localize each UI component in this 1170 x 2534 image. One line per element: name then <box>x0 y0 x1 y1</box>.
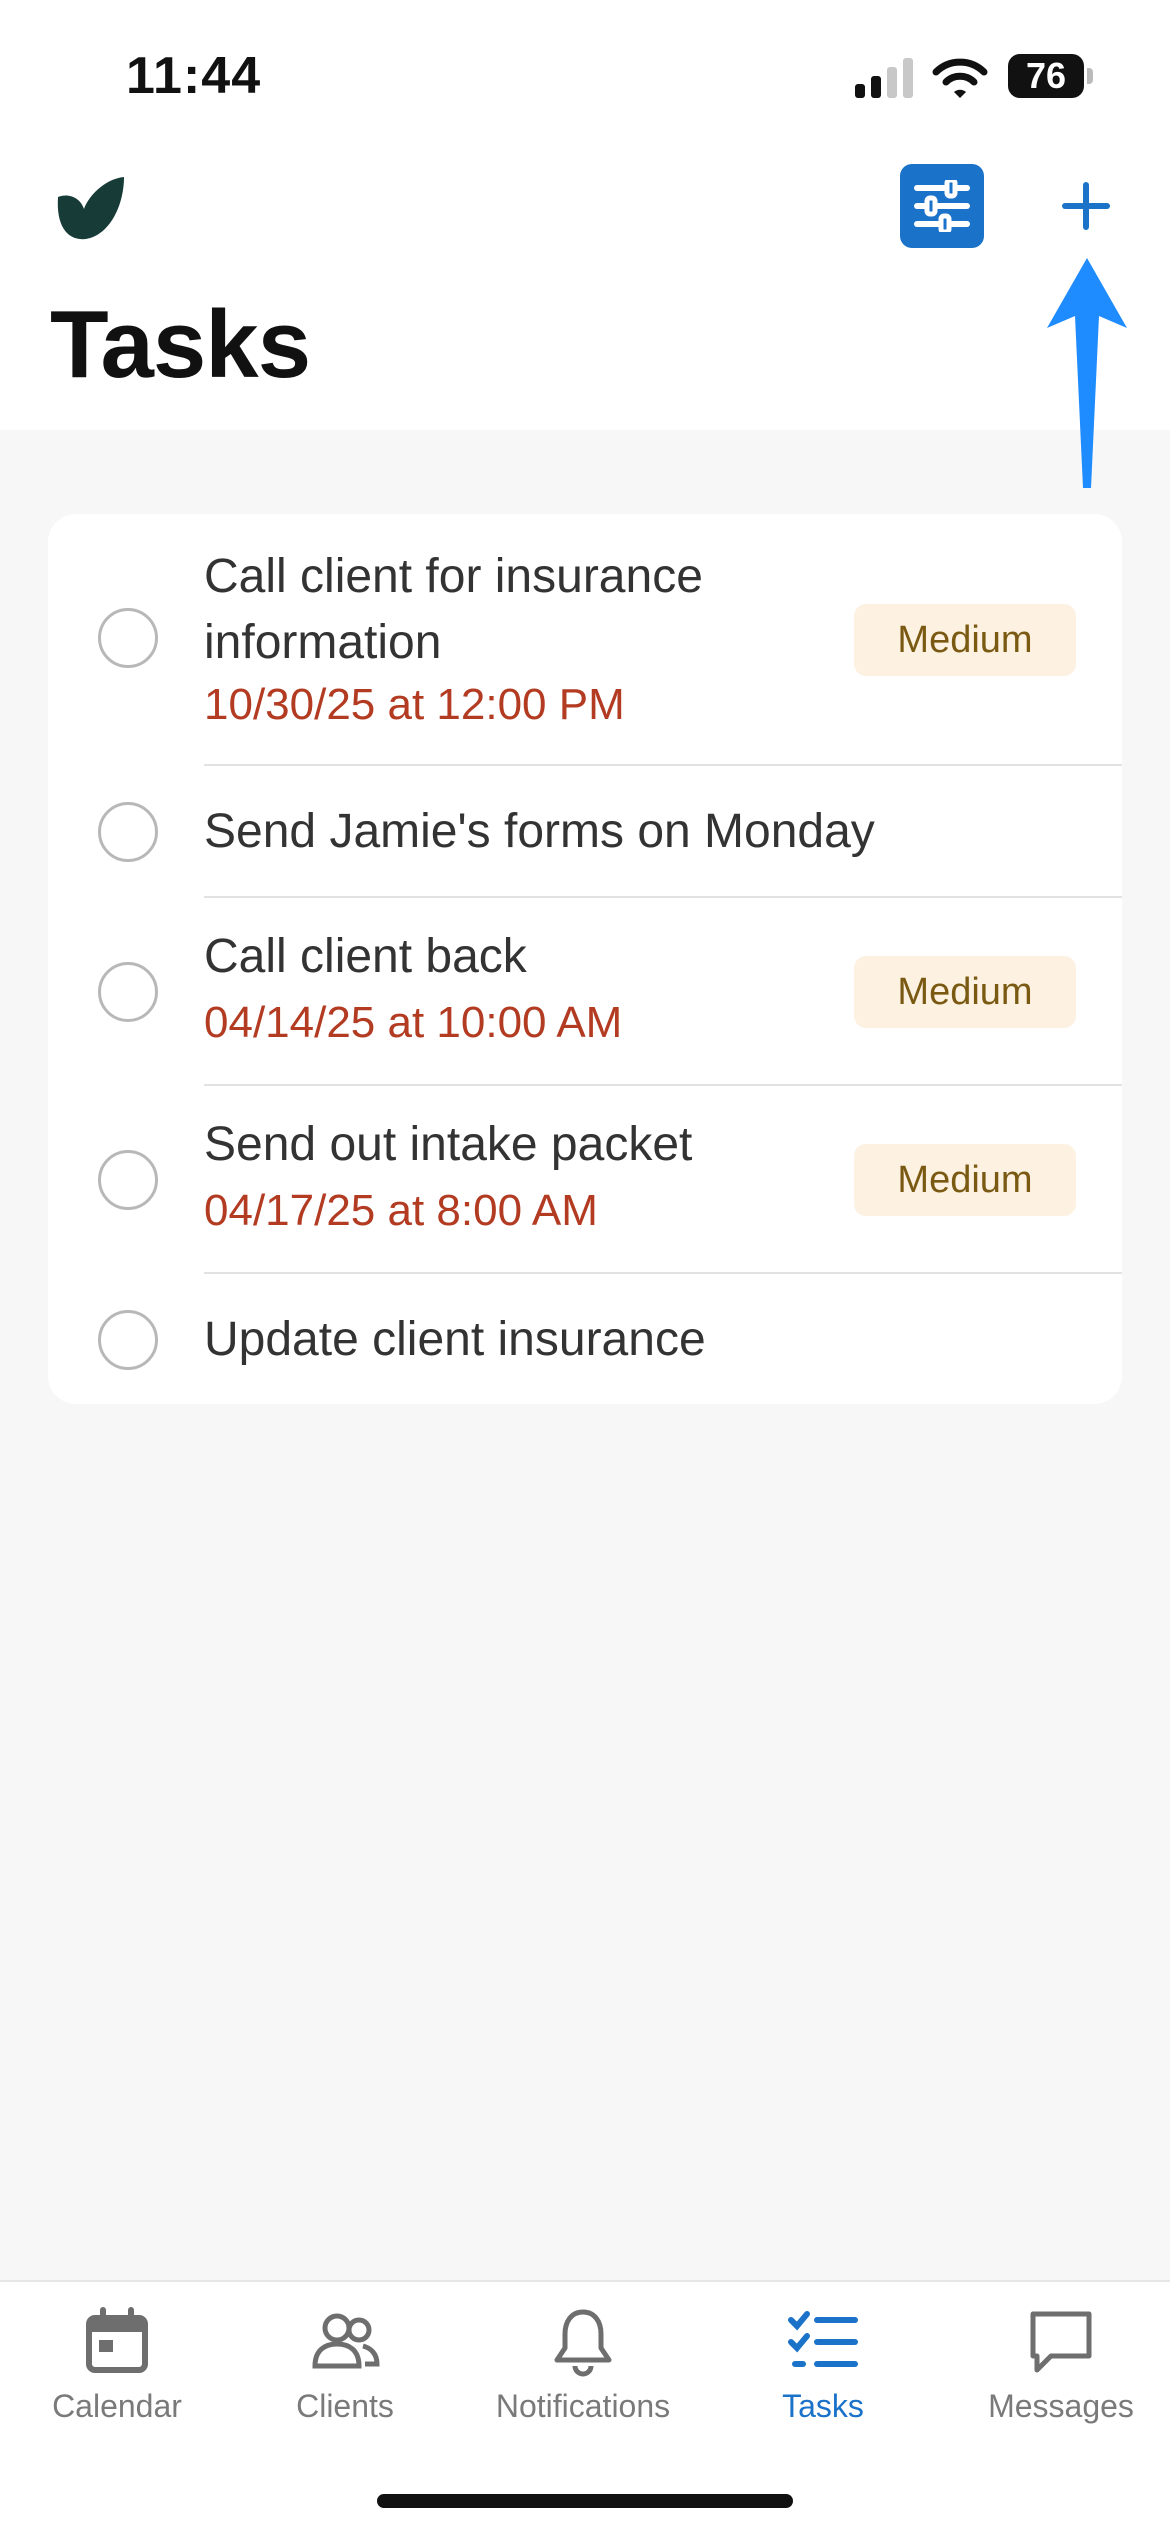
tab-label: Tasks <box>782 2388 864 2424</box>
task-row[interactable]: Update client insurance <box>48 1274 1122 1404</box>
task-list: Call client for insurance information 10… <box>48 514 1122 1404</box>
tab-calendar[interactable]: Calendar <box>0 2302 234 2452</box>
task-due-date: 04/17/25 at 8:00 AM <box>204 1186 598 1235</box>
priority-badge: Medium <box>854 956 1076 1028</box>
page-title: Tasks <box>50 291 311 398</box>
tab-messages[interactable]: Messages <box>944 2302 1170 2452</box>
message-icon <box>1030 2311 1092 2373</box>
tab-notifications[interactable]: Notifications <box>466 2302 700 2452</box>
page-header: Tasks <box>0 150 1170 430</box>
task-due-date: 04/14/25 at 10:00 AM <box>204 998 623 1047</box>
calendar-icon <box>86 2307 148 2373</box>
tab-label: Messages <box>988 2388 1134 2424</box>
cellular-signal-icon <box>855 58 913 98</box>
wifi-icon <box>932 58 988 98</box>
tab-clients[interactable]: Clients <box>228 2302 462 2452</box>
task-title: Send out intake packet <box>204 1118 693 1171</box>
clients-icon <box>312 2313 380 2369</box>
bell-icon <box>554 2309 612 2377</box>
task-title: Call client for insurance information <box>204 550 703 669</box>
tab-label: Clients <box>296 2388 394 2424</box>
task-due-date: 10/30/25 at 12:00 PM <box>204 680 625 729</box>
task-checkbox[interactable] <box>98 1310 158 1370</box>
task-checkbox[interactable] <box>98 962 158 1022</box>
task-checkbox[interactable] <box>98 1150 158 1210</box>
task-row[interactable]: Call client back 04/14/25 at 10:00 AM Me… <box>48 898 1122 1086</box>
priority-badge: Medium <box>854 604 1076 676</box>
task-row[interactable]: Send Jamie's forms on Monday <box>48 766 1122 898</box>
task-checkbox[interactable] <box>98 608 158 668</box>
task-title: Send Jamie's forms on Monday <box>204 805 875 858</box>
tab-label: Notifications <box>495 2388 671 2424</box>
task-row[interactable]: Call client for insurance information 10… <box>48 514 1122 766</box>
task-checkbox[interactable] <box>98 802 158 862</box>
home-indicator[interactable] <box>377 2494 793 2508</box>
app-logo-icon <box>57 177 124 240</box>
tab-label: Calendar <box>52 2388 182 2424</box>
task-row[interactable]: Send out intake packet 04/17/25 at 8:00 … <box>48 1086 1122 1274</box>
status-bar: 11:44 76 <box>0 0 1170 150</box>
tab-bar: Calendar Clients Notifications Tasks Mes… <box>0 2280 1170 2534</box>
priority-badge: Medium <box>854 1144 1076 1216</box>
tab-tasks[interactable]: Tasks <box>706 2302 940 2452</box>
plus-icon <box>1062 182 1110 230</box>
sliders-icon <box>914 180 970 232</box>
tasks-icon <box>788 2311 858 2367</box>
annotation-arrow-icon <box>1047 258 1127 488</box>
battery-icon: 76 <box>1008 54 1093 100</box>
status-time: 11:44 <box>126 47 262 105</box>
add-task-button[interactable] <box>1050 170 1122 242</box>
filter-button[interactable] <box>900 164 984 248</box>
task-title: Call client back <box>204 930 527 983</box>
task-title: Update client insurance <box>204 1313 706 1366</box>
battery-level: 76 <box>1025 55 1067 96</box>
